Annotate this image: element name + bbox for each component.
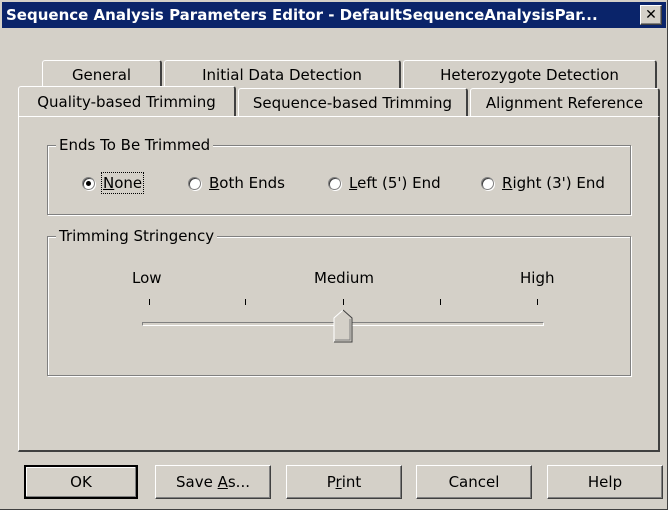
save-as-button[interactable]: Save As... xyxy=(155,465,271,499)
tab-initial-data-detection[interactable]: Initial Data Detection xyxy=(164,60,401,88)
ends-groupbox: Ends To Be Trimmed None Both Ends Left (… xyxy=(47,136,631,215)
button-label: Print xyxy=(326,473,362,491)
tab-alignment-reference[interactable]: Alignment Reference xyxy=(470,88,660,116)
window-title: Sequence Analysis Parameters Editor - De… xyxy=(6,6,598,24)
close-icon[interactable]: ✕ xyxy=(640,5,662,25)
tab-label: Initial Data Detection xyxy=(202,65,362,84)
slider-thumb[interactable] xyxy=(333,309,353,343)
radio-button[interactable] xyxy=(481,176,494,190)
slider-tick xyxy=(343,299,344,305)
slider-tick xyxy=(440,299,441,305)
title-bar[interactable]: Sequence Analysis Parameters Editor - De… xyxy=(2,2,666,28)
stringency-group-label: Trimming Stringency xyxy=(56,227,218,245)
button-label: Save As... xyxy=(176,473,250,491)
slider-tick xyxy=(537,299,538,305)
radio-label: None xyxy=(100,172,145,194)
radio-button[interactable] xyxy=(82,176,95,190)
radio-right-end[interactable]: Right (3') End xyxy=(481,174,605,192)
ends-group-label: Ends To Be Trimmed xyxy=(56,136,214,154)
stringency-groupbox: Trimming Stringency Low Medium High xyxy=(47,227,631,376)
radio-none[interactable]: None xyxy=(82,172,145,194)
help-button[interactable]: Help xyxy=(547,465,663,499)
tab-panel: Ends To Be Trimmed None Both Ends Left (… xyxy=(18,116,660,452)
slider-tick xyxy=(245,299,246,305)
tab-label: General xyxy=(71,65,132,84)
radio-left-end[interactable]: Left (5') End xyxy=(328,174,441,192)
dialog-window: Sequence Analysis Parameters Editor - De… xyxy=(0,0,668,510)
tab-label: Quality-based Trimming xyxy=(37,92,216,111)
tab-label: Heterozygote Detection xyxy=(440,65,619,84)
cancel-button[interactable]: Cancel xyxy=(416,465,532,499)
radio-label: Left (5') End xyxy=(349,174,441,192)
tab-general[interactable]: General xyxy=(42,60,162,88)
radio-button[interactable] xyxy=(188,176,201,190)
ok-button[interactable]: OK xyxy=(24,465,138,499)
radio-label: Both Ends xyxy=(209,174,285,192)
slider-tick xyxy=(149,299,150,305)
radio-both-ends[interactable]: Both Ends xyxy=(188,174,285,192)
slider-medium-label: Medium xyxy=(314,269,374,287)
slider-high-label: High xyxy=(520,269,555,287)
tab-heterozygote-detection[interactable]: Heterozygote Detection xyxy=(403,60,657,88)
radio-button[interactable] xyxy=(328,176,341,190)
radio-label: Right (3') End xyxy=(502,174,605,192)
tab-quality-based-trimming[interactable]: Quality-based Trimming xyxy=(18,86,236,116)
tab-label: Sequence-based Trimming xyxy=(252,93,453,112)
tab-sequence-based-trimming[interactable]: Sequence-based Trimming xyxy=(238,88,468,116)
tab-label: Alignment Reference xyxy=(485,93,644,112)
slider-low-label: Low xyxy=(132,269,162,287)
print-button[interactable]: Print xyxy=(286,465,402,499)
